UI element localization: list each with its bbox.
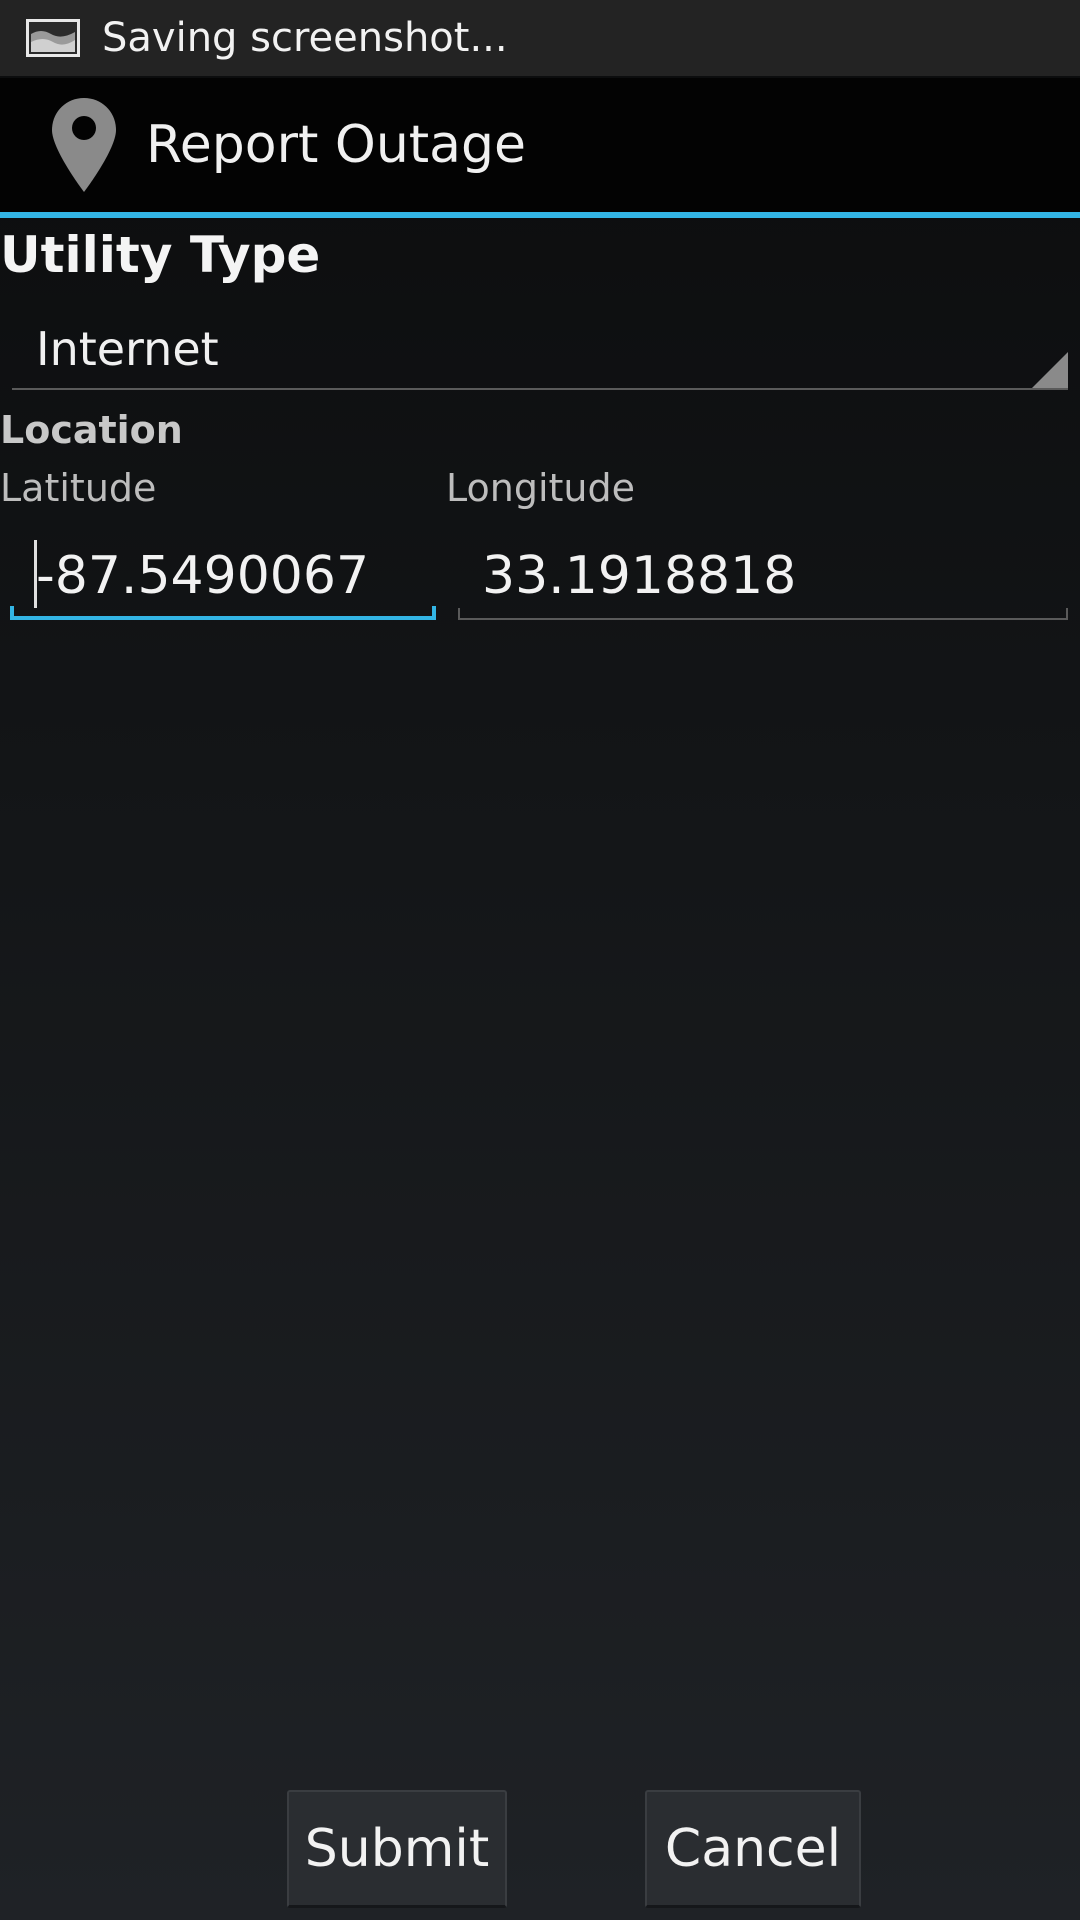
field-edge bbox=[10, 606, 14, 620]
submit-button[interactable]: Submit bbox=[287, 1790, 507, 1908]
latitude-field[interactable]: -87.5490067 bbox=[10, 540, 436, 620]
latitude-label: Latitude bbox=[0, 466, 157, 510]
field-edge bbox=[1066, 608, 1068, 620]
status-text: Saving screenshot... bbox=[102, 15, 508, 61]
action-bar: Report Outage bbox=[0, 78, 1080, 212]
cancel-button[interactable]: Cancel bbox=[645, 1790, 861, 1908]
field-edge bbox=[432, 606, 436, 620]
action-bar-divider bbox=[0, 212, 1080, 218]
location-pin-icon[interactable] bbox=[52, 98, 116, 192]
page-title: Report Outage bbox=[146, 115, 527, 175]
status-bar: Saving screenshot... bbox=[0, 0, 1080, 76]
dropdown-triangle-icon bbox=[1032, 352, 1068, 388]
latitude-value: -87.5490067 bbox=[36, 546, 370, 606]
screenshot-icon bbox=[26, 19, 80, 57]
longitude-value: 33.1918818 bbox=[482, 546, 797, 606]
longitude-field[interactable]: 33.1918818 bbox=[458, 540, 1068, 620]
screen: Saving screenshot... Report Outage Utili… bbox=[0, 0, 1080, 1920]
utility-type-value: Internet bbox=[36, 322, 219, 376]
field-edge bbox=[458, 608, 460, 620]
utility-type-spinner[interactable]: Internet bbox=[12, 310, 1068, 390]
longitude-label: Longitude bbox=[446, 466, 635, 510]
location-label: Location bbox=[0, 408, 183, 452]
utility-type-label: Utility Type bbox=[0, 226, 321, 284]
